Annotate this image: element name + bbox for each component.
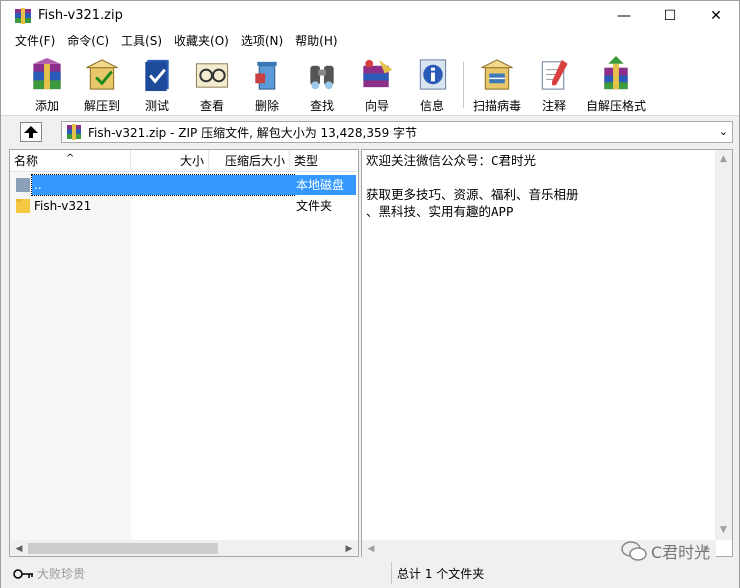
info-label: 信息 [419, 99, 444, 113]
row-type: 文件夹 [296, 199, 333, 213]
toolbar-separator [463, 62, 464, 108]
up-one-level-button[interactable] [20, 122, 42, 142]
status-left-text: 大败珍贵 [37, 567, 86, 581]
column-name-label: 名称 [14, 154, 39, 168]
delete-icon [255, 61, 277, 90]
scroll-down-icon[interactable]: ▼ [716, 522, 731, 538]
test-icon [145, 59, 169, 92]
winrar-app-icon[interactable] [14, 8, 32, 24]
menu-file[interactable]: 文件(F) [9, 31, 61, 52]
find-icon [310, 65, 334, 90]
view-icon [195, 63, 229, 88]
virus-scan-label: 扫描病毒 [472, 99, 521, 113]
status-bar: 大败珍贵 总计 1 个文件夹 [1, 559, 739, 588]
address-combobox[interactable]: Fish-v321.zip - ZIP 压缩文件, 解包大小为 13,428,3… [61, 121, 733, 143]
parent-folder-icon [16, 178, 30, 192]
menu-help[interactable]: 帮助(H) [289, 31, 343, 52]
watermark-text: C君时光 [651, 543, 711, 562]
scroll-up-icon[interactable]: ▲ [716, 151, 731, 167]
folder-icon [16, 199, 30, 213]
scroll-left-icon[interactable]: ◀ [11, 541, 27, 556]
title-bar: Fish-v321.zip — ☐ ✕ [1, 1, 739, 31]
menu-options[interactable]: 选项(N) [235, 31, 289, 52]
address-text: Fish-v321.zip - ZIP 压缩文件, 解包大小为 13,428,3… [88, 125, 418, 140]
add-archive-icon [33, 57, 61, 90]
sfx-label: 自解压格式 [586, 99, 647, 113]
row-name: .. [31, 174, 295, 196]
wizard-icon [363, 59, 393, 88]
scroll-right-icon[interactable]: ▶ [341, 541, 357, 556]
archive-icon [67, 124, 81, 140]
extract-to-button[interactable]: 解压到 [74, 56, 130, 114]
column-type-label: 类型 [294, 154, 319, 168]
extract-to-icon [86, 59, 118, 90]
table-row[interactable]: Fish-v321 文件夹 [10, 196, 358, 216]
column-header-size[interactable]: 大小 [131, 150, 209, 172]
toolbar: 添加 解压到 测试 查看 删除 查找 向导 信息 扫描病毒 注释 自解压格式 [1, 52, 739, 116]
wizard-button[interactable]: 向导 [349, 56, 405, 114]
sfx-button[interactable]: 自解压格式 [586, 56, 647, 114]
info-button[interactable]: 信息 [404, 56, 460, 114]
find-button[interactable]: 查找 [294, 56, 350, 114]
minimize-icon: — [617, 8, 631, 24]
comment-button[interactable]: 注释 [526, 56, 582, 114]
delete-button[interactable]: 删除 [239, 56, 295, 114]
find-label: 查找 [309, 99, 334, 113]
maximize-icon: ☐ [663, 8, 677, 24]
row-name: Fish-v321 [34, 199, 92, 213]
menu-favorites[interactable]: 收藏夹(O) [168, 31, 235, 52]
menu-tools[interactable]: 工具(S) [115, 31, 168, 52]
column-header-packed[interactable]: 压缩后大小 [209, 150, 290, 172]
chevron-down-icon[interactable]: ⌄ [719, 125, 728, 138]
test-label: 测试 [144, 99, 169, 113]
sfx-icon [604, 56, 628, 90]
virus-scan-button[interactable]: 扫描病毒 [469, 56, 525, 114]
column-size-label: 大小 [179, 154, 204, 168]
status-total: 总计 1 个文件夹 [397, 567, 485, 581]
scrollbar-thumb[interactable] [28, 543, 218, 554]
up-arrow-icon [24, 126, 38, 138]
add-label: 添加 [34, 99, 59, 113]
row-type: 本地磁盘 [292, 175, 356, 195]
view-button[interactable]: 查看 [184, 56, 240, 114]
table-row[interactable]: .. 本地磁盘 [10, 174, 358, 196]
close-button[interactable]: ✕ [693, 1, 739, 31]
archive-comment: 欢迎关注微信公众号：C君时光 获取更多技巧、资源、福利、音乐相册 、黑科技、实用… [366, 153, 579, 219]
wizard-label: 向导 [364, 99, 389, 113]
view-label: 查看 [199, 99, 224, 113]
file-list-panel: 名称 ^ 大小 压缩后大小 类型 .. 本地磁盘 Fish-v321 文件夹 ◀… [9, 149, 359, 557]
column-header-name[interactable]: 名称 ^ [10, 150, 131, 172]
window-title: Fish-v321.zip [38, 8, 123, 23]
list-header: 名称 ^ 大小 压缩后大小 类型 [10, 150, 358, 172]
vertical-scrollbar[interactable]: ▲ ▼ [715, 150, 732, 540]
status-divider [391, 562, 392, 584]
column-header-type[interactable]: 类型 [290, 150, 358, 172]
horizontal-scrollbar[interactable]: ◀ ▶ [10, 540, 358, 556]
virus-scan-icon [481, 59, 513, 90]
info-icon [419, 59, 447, 90]
name-column-background [10, 172, 131, 542]
comment-icon [541, 59, 568, 90]
delete-label: 删除 [254, 99, 279, 113]
address-bar: Fish-v321.zip - ZIP 压缩文件, 解包大小为 13,428,3… [1, 117, 739, 146]
menu-bar: 文件(F) 命令(C) 工具(S) 收藏夹(O) 选项(N) 帮助(H) [1, 31, 739, 52]
watermark: C君时光 [621, 539, 710, 563]
add-button[interactable]: 添加 [19, 56, 75, 114]
winrar-window: Fish-v321.zip — ☐ ✕ 文件(F) 命令(C) 工具(S) 收藏… [0, 0, 740, 588]
extract-to-label: 解压到 [83, 99, 120, 113]
sort-ascending-icon: ^ [66, 153, 75, 164]
menu-commands[interactable]: 命令(C) [61, 31, 115, 52]
test-button[interactable]: 测试 [129, 56, 185, 114]
comment-panel: 欢迎关注微信公众号：C君时光 获取更多技巧、资源、福利、音乐相册 、黑科技、实用… [361, 149, 733, 557]
comment-label: 注释 [541, 99, 566, 113]
column-packed-label: 压缩后大小 [224, 154, 285, 168]
close-icon: ✕ [710, 8, 722, 24]
scroll-left-icon[interactable]: ◀ [363, 541, 379, 556]
minimize-button[interactable]: — [601, 1, 647, 31]
maximize-button[interactable]: ☐ [647, 1, 693, 31]
wechat-icon [621, 541, 647, 561]
